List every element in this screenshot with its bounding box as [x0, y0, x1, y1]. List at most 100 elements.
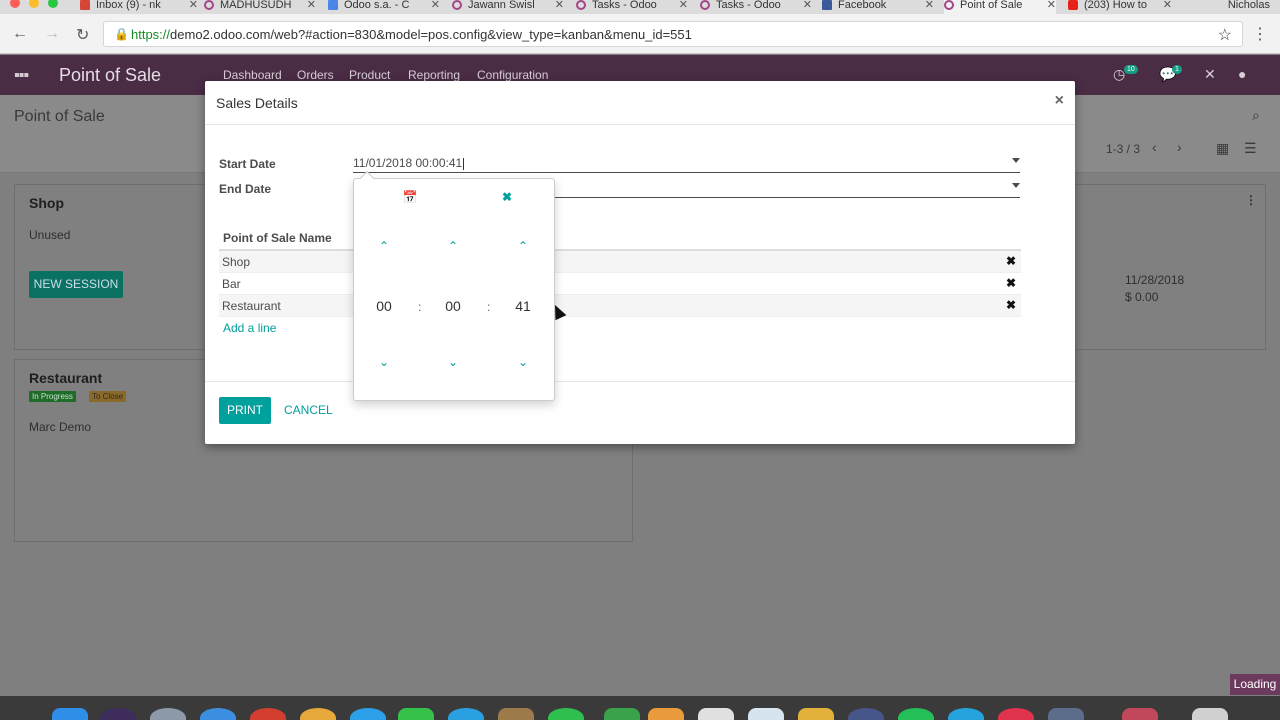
- chevron-down-icon[interactable]: [1012, 183, 1020, 188]
- trash-icon[interactable]: [1192, 708, 1228, 720]
- odoo-icon: [452, 0, 462, 10]
- close-tab-icon[interactable]: ✕: [679, 0, 688, 11]
- browser-tab[interactable]: (203) How to ✕: [1068, 0, 1172, 14]
- start-date-label: Start Date: [219, 157, 276, 171]
- hour-value[interactable]: 00: [372, 298, 396, 314]
- last-session-date: 11/28/2018: [1125, 273, 1185, 287]
- close-window-icon[interactable]: [10, 0, 20, 8]
- browser-tab[interactable]: Inbox (9) - nk ✕: [80, 0, 198, 14]
- browser-tab-active[interactable]: Point of Sale ✕: [944, 0, 1056, 14]
- menu-configuration[interactable]: Configuration: [477, 68, 548, 82]
- table-row[interactable]: Bar ✖: [219, 273, 1021, 295]
- close-tab-icon[interactable]: ✕: [1047, 0, 1056, 11]
- siri-icon[interactable]: [100, 708, 136, 720]
- close-tab-icon[interactable]: ✕: [189, 0, 198, 11]
- screenshot-icon[interactable]: [848, 708, 884, 720]
- browser-menu-icon[interactable]: ⋮: [1252, 24, 1268, 44]
- status-badge: In Progress: [29, 391, 76, 402]
- card-menu-icon[interactable]: ⋮: [1245, 193, 1257, 207]
- close-tab-icon[interactable]: ✕: [803, 0, 812, 11]
- calendar-icon[interactable]: 📅: [400, 190, 420, 204]
- calculator-icon[interactable]: [698, 708, 734, 720]
- browser-tab[interactable]: Facebook ✕: [822, 0, 934, 14]
- cancel-button[interactable]: CANCEL: [284, 397, 333, 424]
- document-icon[interactable]: [1122, 708, 1158, 720]
- add-line-link[interactable]: Add a line: [219, 317, 1021, 339]
- user-avatar[interactable]: ●: [1238, 66, 1246, 82]
- menu-dashboard[interactable]: Dashboard: [223, 68, 282, 82]
- browser-tab[interactable]: Tasks - Odoo ✕: [576, 0, 688, 14]
- new-session-button[interactable]: NEW SESSION: [29, 271, 123, 298]
- image-capture-icon[interactable]: [1048, 708, 1084, 720]
- messages-app-icon[interactable]: [398, 708, 434, 720]
- address-bar[interactable]: 🔒 https://demo2.odoo.com/web?#action=830…: [103, 21, 1243, 47]
- skype-for-business-icon[interactable]: [948, 708, 984, 720]
- bookmark-star-icon[interactable]: ☆: [1218, 25, 1232, 45]
- message-count-badge: 1: [1172, 65, 1182, 74]
- finder-icon[interactable]: [52, 708, 88, 720]
- hour-down-icon[interactable]: ⌄: [374, 355, 394, 369]
- forward-icon[interactable]: →: [44, 25, 60, 43]
- browser-tab[interactable]: MADHUSUDH ✕: [204, 0, 316, 14]
- safari-icon[interactable]: [200, 708, 236, 720]
- browser-tab[interactable]: Tasks - Odoo ✕: [700, 0, 812, 14]
- hour-up-icon[interactable]: ⌃: [374, 239, 394, 253]
- chrome-icon[interactable]: [250, 708, 286, 720]
- minimize-window-icon[interactable]: [29, 0, 39, 8]
- skype-icon[interactable]: [448, 708, 484, 720]
- close-icon[interactable]: ×: [1055, 92, 1064, 110]
- keynote-icon[interactable]: [798, 708, 834, 720]
- close-tab-icon[interactable]: ✕: [1163, 0, 1172, 11]
- table-row[interactable]: Shop ✖: [219, 251, 1021, 273]
- delete-row-icon[interactable]: ✖: [1006, 254, 1016, 268]
- minute-value[interactable]: 00: [441, 298, 465, 314]
- kanban-view-icon[interactable]: ▦: [1216, 140, 1229, 157]
- close-icon[interactable]: ✕: [1204, 66, 1216, 83]
- close-tab-icon[interactable]: ✕: [555, 0, 564, 11]
- close-tab-icon[interactable]: ✕: [431, 0, 440, 11]
- photos-icon[interactable]: [300, 708, 336, 720]
- minute-up-icon[interactable]: ⌃: [443, 239, 463, 253]
- appstore-icon[interactable]: [350, 708, 386, 720]
- print-button[interactable]: PRINT: [219, 397, 271, 424]
- chevron-right-icon[interactable]: ›: [1177, 139, 1182, 155]
- search-icon[interactable]: ⌕: [1252, 107, 1260, 124]
- pages-icon[interactable]: [648, 708, 684, 720]
- loading-indicator: Loading: [1230, 674, 1280, 695]
- menu-orders[interactable]: Orders: [297, 68, 334, 82]
- delete-row-icon[interactable]: ✖: [1006, 276, 1016, 290]
- menu-product[interactable]: Product: [349, 68, 390, 82]
- numbers-icon[interactable]: [604, 708, 640, 720]
- second-value[interactable]: 41: [511, 298, 535, 314]
- table-row[interactable]: Restaurant ✖: [219, 295, 1021, 317]
- notes-icon[interactable]: [498, 708, 534, 720]
- spotify-icon[interactable]: [898, 708, 934, 720]
- chevron-left-icon[interactable]: ‹: [1152, 139, 1157, 155]
- reload-icon[interactable]: ↻: [76, 25, 89, 45]
- macos-dock: [0, 696, 1280, 720]
- browser-tab[interactable]: Odoo s.a. - C ✕: [328, 0, 440, 14]
- browser-tab[interactable]: Jawann Swisl ✕: [452, 0, 564, 14]
- second-down-icon[interactable]: ⌄: [513, 355, 533, 369]
- start-date-input[interactable]: 11/01/2018 00:00:41: [353, 153, 1020, 173]
- itunes-icon[interactable]: [998, 708, 1034, 720]
- preview-icon[interactable]: [748, 708, 784, 720]
- clear-icon[interactable]: ✖: [497, 190, 517, 204]
- zoom-window-icon[interactable]: [48, 0, 58, 8]
- close-tab-icon[interactable]: ✕: [925, 0, 934, 11]
- calendar-icon: [328, 0, 338, 10]
- picker-arrow: [359, 170, 375, 186]
- launchpad-icon[interactable]: [150, 708, 186, 720]
- apps-grid-icon[interactable]: ▪▪▪: [14, 67, 29, 85]
- close-tab-icon[interactable]: ✕: [307, 0, 316, 11]
- list-view-icon[interactable]: ☰: [1244, 140, 1257, 157]
- delete-row-icon[interactable]: ✖: [1006, 298, 1016, 312]
- minute-down-icon[interactable]: ⌄: [443, 355, 463, 369]
- whatsapp-icon[interactable]: [548, 708, 584, 720]
- chevron-down-icon[interactable]: [1012, 158, 1020, 163]
- second-up-icon[interactable]: ⌃: [513, 239, 533, 253]
- end-date-label: End Date: [219, 182, 272, 196]
- menu-reporting[interactable]: Reporting: [408, 68, 460, 82]
- back-icon[interactable]: ←: [12, 25, 28, 43]
- profile-name[interactable]: Nicholas: [1228, 0, 1270, 11]
